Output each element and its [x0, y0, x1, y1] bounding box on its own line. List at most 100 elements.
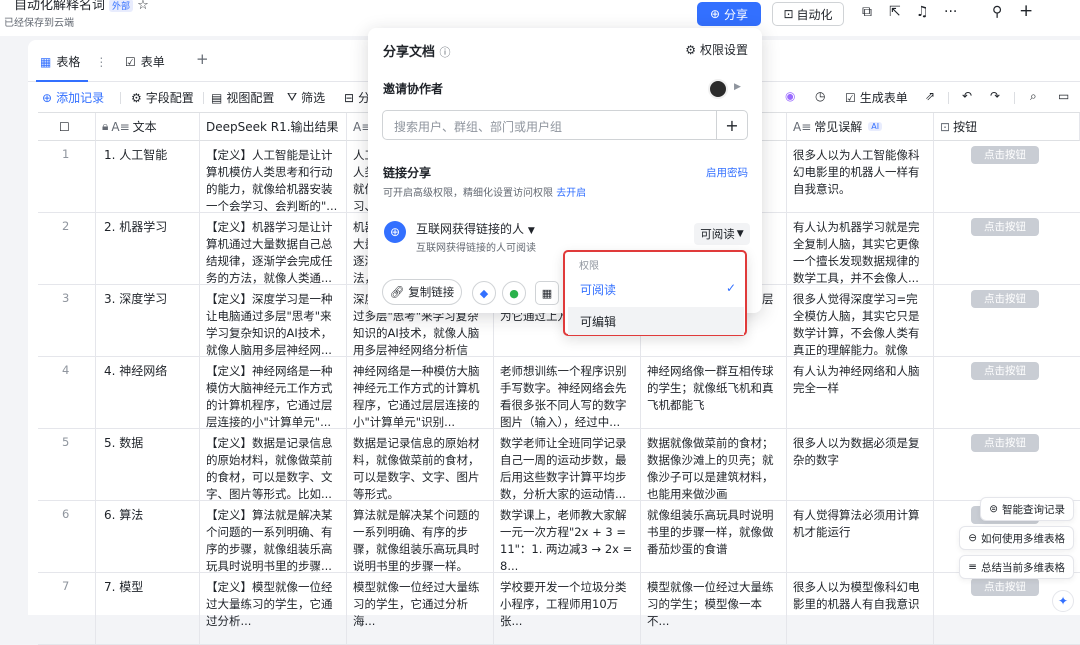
more-icon[interactable]: ··· — [944, 4, 957, 20]
lark-share-icon[interactable]: ◆ — [472, 281, 496, 305]
add-record-button[interactable]: ⊕ 添加记录 — [42, 89, 104, 106]
cell-c6[interactable]: 很多人以为模型像科幻电影里的机器人有自我意识 — [787, 573, 934, 645]
qrcode-icon[interactable]: ▦ — [535, 281, 559, 305]
cell-term[interactable]: 5. 数据 — [96, 429, 200, 501]
row-action-button[interactable]: 点击按钮 — [971, 362, 1039, 380]
tab-more-icon[interactable]: ⋮ — [95, 55, 107, 69]
column-header-text[interactable]: 🔒︎ A≡ 文本 — [96, 113, 200, 141]
row-action-button[interactable]: 点击按钮 — [971, 218, 1039, 236]
cell-term[interactable]: 7. 模型 — [96, 573, 200, 645]
star-icon[interactable]: ☆ — [137, 0, 149, 13]
redo-icon[interactable]: ↷ — [990, 89, 1000, 103]
bell-icon[interactable]: ♫ — [916, 4, 929, 20]
avatar[interactable] — [708, 79, 728, 99]
add-collaborator-button[interactable]: + — [716, 110, 747, 140]
wechat-icon[interactable]: ● — [502, 281, 526, 305]
column-header-button[interactable]: ⊡ 按钮 — [934, 113, 1080, 141]
doc-title[interactable]: 自动化解释名词 外部 ☆ — [14, 0, 149, 13]
search-icon[interactable]: ⚲ — [992, 4, 1002, 20]
form-icon: ☑ — [125, 54, 136, 69]
summary-button[interactable]: ≡ 总结当前多维表格 — [959, 555, 1074, 579]
view-config-icon: ▤ — [211, 90, 223, 105]
howto-button[interactable]: ⊖ 如何使用多维表格 — [959, 526, 1074, 550]
share-button[interactable]: ⊕ 分享 — [697, 2, 761, 26]
option-editable[interactable]: 可编辑 — [568, 307, 744, 335]
automation-button[interactable]: ⊡ 自动化 — [772, 2, 844, 26]
cell-c2[interactable]: 【定义】数据是记录信息的原始材料，就像做菜前的食材，可以是数字、文字、图片等形式… — [200, 429, 347, 501]
row-action-button[interactable]: 点击按钮 — [971, 434, 1039, 452]
undo-icon[interactable]: ↶ — [962, 89, 972, 103]
invite-search-input[interactable]: 搜索用户、群组、部门或用户组 + — [382, 110, 748, 140]
group-button[interactable]: ⊟ 分 — [344, 89, 370, 106]
cell-term[interactable]: 6. 算法 — [96, 501, 200, 573]
cell-c2[interactable]: 【定义】机器学习是让计算机通过大量数据自己总结规律，逐渐学会完成任务的方法，就像… — [200, 213, 347, 285]
cell-c5[interactable]: 数据就像做菜前的食材；数据像沙滩上的贝壳；就像沙子可以是建筑材料，也能用来做沙画 — [641, 429, 787, 501]
row-action-button[interactable]: 点击按钮 — [971, 290, 1039, 308]
link-permission-select[interactable]: 可阅读 ▼ — [694, 223, 750, 245]
form-gen-icon: ☑ — [845, 90, 856, 105]
cell-c6[interactable]: 有人认为机器学习就是完全复制人脑，其实它更像一个擅长发现数据规律的数学工具，并不… — [787, 213, 934, 285]
cell-c2[interactable]: 【定义】算法就是解决某个问题的一系列明确、有序的步骤，就像组装乐高玩具时说明书里… — [200, 501, 347, 573]
cell-c3[interactable]: 神经网络是一种模仿大脑神经元工作方式的计算机程序，它通过层层连接的小"计算单元"… — [347, 357, 494, 429]
table-row[interactable]: 7 7. 模型 【定义】模型就像一位经过大量练习的学生，它通过分析... 模型就像一位… — [38, 573, 1080, 645]
field-config-button[interactable]: ⚙ 字段配置 — [131, 89, 194, 106]
ai-sparkle-icon[interactable]: ✦ — [1052, 590, 1074, 612]
plus-icon[interactable]: + — [1019, 1, 1033, 21]
cell-c2[interactable]: 【定义】神经网络是一种模仿大脑神经元工作方式的计算机程序，它通过层层连接的小"计… — [200, 357, 347, 429]
copy-link-button[interactable]: 🔗︎ 复制链接 — [382, 279, 462, 305]
cell-c3[interactable]: 数据是记录信息的原始材料，就像做菜前的食材，可以是数字、文字、图片等形式。 — [347, 429, 494, 501]
cell-c2[interactable]: 【定义】人工智能是让计算机模仿人类思考和行动的能力，就像给机器安装一个会学习、会… — [200, 141, 347, 213]
go-enable-link[interactable]: 去开启 — [556, 188, 586, 199]
cell-c6[interactable]: 有人觉得算法必须用计算机才能运行 — [787, 501, 934, 573]
smart-query-button[interactable]: ⊜ 智能查询记录 — [980, 497, 1074, 521]
clock-icon[interactable]: ◷ — [815, 89, 825, 103]
tab-form[interactable]: ☑ 表单 — [125, 53, 165, 70]
cell-c6[interactable]: 很多人以为人工智能像科幻电影里的机器人一样有自我意识。 — [787, 141, 934, 213]
help-icon[interactable]: ⓘ — [440, 46, 451, 59]
cell-term[interactable]: 3. 深度学习 — [96, 285, 200, 357]
cell-c2[interactable]: 【定义】模型就像一位经过大量练习的学生，它通过分析... — [200, 573, 347, 645]
cell-term[interactable]: 2. 机器学习 — [96, 213, 200, 285]
cell-button: 点击按钮 — [934, 357, 1080, 429]
view-config-button[interactable]: ▤ 视图配置 — [211, 89, 274, 106]
table-row[interactable]: 4 4. 神经网络 【定义】神经网络是一种模仿大脑神经元工作方式的计算机程序，它通过… — [38, 357, 1080, 429]
share-out-icon[interactable]: ⇱ — [889, 4, 901, 20]
comment-icon[interactable]: ▭ — [1058, 89, 1069, 103]
cell-c4[interactable]: 数学老师让全班同学记录自己一周的运动步数，最后用这些数字计算平均步数，分析大家的… — [494, 429, 641, 501]
cell-c6[interactable]: 很多人觉得深度学习=完全模仿人脑，其实它只是数学计算，不会像人类有真正的理解能力… — [787, 285, 934, 357]
cell-c4[interactable]: 数学课上，老师教大家解一元一次方程"2x + 3 = 11"：1. 两边减3 →… — [494, 501, 641, 573]
cell-term[interactable]: 1. 人工智能 — [96, 141, 200, 213]
column-header-misconception[interactable]: A≡ 常见误解 AI — [787, 113, 934, 141]
enable-password-link[interactable]: 启用密码 — [706, 165, 748, 180]
find-icon[interactable]: ⌕ — [1030, 89, 1037, 104]
cell-c4[interactable]: 老师想训练一个程序识别手写数字。神经网络会先看很多张不同人写的数字图片（输入），… — [494, 357, 641, 429]
cell-c3[interactable]: 算法就是解决某个问题的一系列明确、有序的步骤，就像组装乐高玩具时说明书里的步骤一… — [347, 501, 494, 573]
ai-orb-icon[interactable]: ◉ — [785, 89, 795, 103]
cell-c6[interactable]: 很多人以为数据必须是复杂的数字 — [787, 429, 934, 501]
chevron-right-icon[interactable]: ▶ — [734, 82, 741, 92]
cell-term[interactable]: 4. 神经网络 — [96, 357, 200, 429]
option-readable[interactable]: 可阅读 ✓ — [568, 275, 744, 303]
link-audience-select[interactable]: 互联网获得链接的人 ▼ — [416, 220, 535, 237]
generate-form-button[interactable]: ☑ 生成表单 — [845, 89, 908, 106]
table-row[interactable]: 5 5. 数据 【定义】数据是记录信息的原始材料，就像做菜前的食材，可以是数字、文字… — [38, 429, 1080, 501]
cell-c5[interactable]: 就像组装乐高玩具时说明书里的步骤一样，就像做番茄炒蛋的食谱 — [641, 501, 787, 573]
select-all-checkbox[interactable]: ☐ — [38, 113, 96, 141]
column-header-deepseek[interactable]: DeepSeek R1.输出结果 — [200, 113, 347, 141]
table-row[interactable]: 6 6. 算法 【定义】算法就是解决某个问题的一系列明确、有序的步骤，就像组装乐高玩… — [38, 501, 1080, 573]
cell-c6[interactable]: 有人认为神经网络和人脑完全一样 — [787, 357, 934, 429]
row-action-button[interactable]: 点击按钮 — [971, 146, 1039, 164]
cell-c3[interactable]: 模型就像一位经过大量练习的学生，它通过分析海... — [347, 573, 494, 645]
cell-c5[interactable]: 模型就像一位经过大量练习的学生；模型像一本不... — [641, 573, 787, 645]
template-icon[interactable]: ⧉ — [862, 4, 872, 20]
divider — [1014, 92, 1015, 104]
row-action-button[interactable]: 点击按钮 — [971, 578, 1039, 596]
permission-settings-button[interactable]: ⚙ 权限设置 — [685, 41, 748, 58]
cell-c5[interactable]: 神经网络像一群互相传球的学生；就像纸飞机和真飞机都能飞 — [641, 357, 787, 429]
cell-c4[interactable]: 学校要开发一个垃圾分类小程序，工程师用10万张... — [494, 573, 641, 645]
tab-table[interactable]: ▦ 表格 ⋮ — [40, 53, 107, 70]
add-view-icon[interactable]: + — [196, 50, 209, 68]
cell-c2[interactable]: 【定义】深度学习是一种让电脑通过多层"思考"来学习复杂知识的AI技术，就像人脑用… — [200, 285, 347, 357]
filter-button[interactable]: ⛛ 筛选 — [287, 89, 325, 106]
share-view-icon[interactable]: ⇗ — [925, 89, 935, 103]
